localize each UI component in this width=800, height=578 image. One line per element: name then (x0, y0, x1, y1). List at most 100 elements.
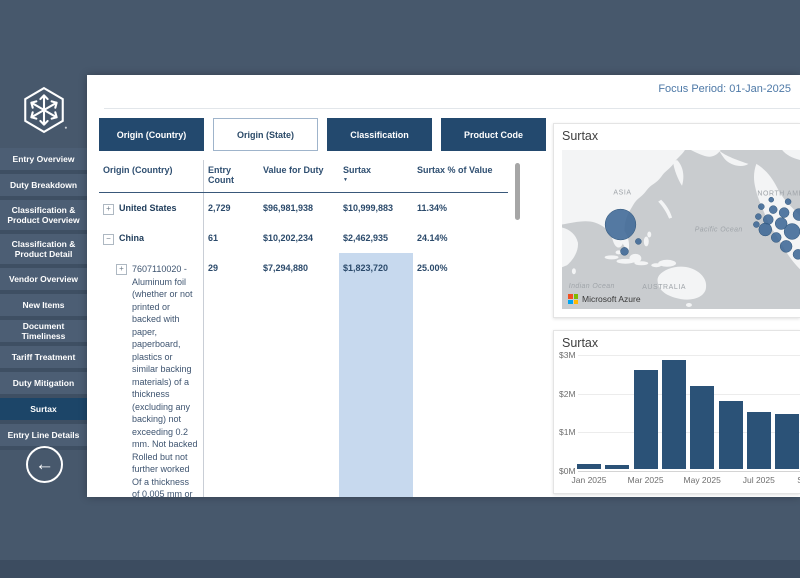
chart-card: Surtax $0M$1M$2M$3MJan 2025Mar 2025May 2… (553, 330, 800, 494)
gridline (578, 394, 800, 395)
map-bubble[interactable] (759, 223, 772, 236)
map-label-indian-ocean: Indian Ocean (569, 283, 615, 290)
y-axis-label: $1M (559, 427, 576, 437)
tab-origin-state[interactable]: Origin (State) (213, 118, 318, 151)
sidebar-item-duty-mitigation[interactable]: Duty Mitigation (0, 372, 87, 394)
main-canvas: Focus Period: 01-Jan-2025 Origin (Countr… (87, 75, 800, 497)
column-header-surtax[interactable]: Surtax ▼ (339, 160, 413, 192)
gridline (578, 471, 800, 472)
row-name: United States (119, 203, 177, 213)
surtax-pct-cell: 25.00% (413, 253, 508, 497)
x-axis-label: May 2025 (684, 475, 721, 485)
table-header-row: Origin (Country) Entry Count Value for Dut… (99, 160, 508, 193)
table-row[interactable]: +7607110020 - Aluminum foil (whether or … (99, 253, 508, 497)
focus-period-label: Focus Period: 01-Jan-2025 (658, 83, 791, 95)
expand-icon[interactable]: + (103, 204, 114, 215)
table-row[interactable]: −China61$10,202,234$2,462,93524.14% (99, 223, 508, 253)
expand-icon[interactable]: + (116, 264, 127, 275)
gridline (578, 355, 800, 356)
dashboard-root: Entry Overview Duty Breakdown Classificati… (0, 0, 800, 578)
tab-origin-country[interactable]: Origin (Country) (99, 118, 204, 151)
app-logo-icon (19, 84, 69, 136)
x-axis-label: Jan 2025 (572, 475, 607, 485)
entry-count-cell: 2,729 (203, 193, 259, 223)
map-bubble[interactable] (784, 224, 800, 240)
column-header-label: Surtax (343, 165, 409, 175)
header-divider (104, 108, 800, 109)
sidebar-item-duty-breakdown[interactable]: Duty Breakdown (0, 174, 87, 196)
map-bubble[interactable] (780, 240, 792, 252)
sort-descending-icon: ▼ (343, 178, 409, 183)
map-bubble[interactable] (753, 222, 759, 228)
column-header-label: Value for Duty (263, 165, 335, 175)
column-header-value-for-duty[interactable]: Value for Duty (259, 160, 339, 192)
bar-apr-2025[interactable] (662, 360, 686, 469)
surtax-cell: $2,462,935 (339, 223, 413, 253)
sidebar-item-surtax[interactable]: Surtax (0, 398, 87, 420)
bar-jul-2025[interactable] (747, 412, 771, 469)
bar-mar-2025[interactable] (634, 370, 658, 469)
back-arrow-icon: ← (35, 455, 54, 474)
entry-count-cell: 61 (203, 223, 259, 253)
map-bubble[interactable] (769, 206, 777, 214)
column-header-surtax-of-value[interactable]: Surtax % of Value (413, 160, 508, 192)
map-bubble[interactable] (621, 247, 629, 255)
surtax-pct-cell: 11.34% (413, 193, 508, 223)
sidebar: Entry Overview Duty Breakdown Classificati… (0, 0, 87, 560)
column-header-origin-country[interactable]: Origin (Country) (99, 160, 203, 192)
y-axis-label: $3M (559, 350, 576, 360)
microsoft-logo-icon (568, 294, 578, 304)
map-bubble[interactable] (771, 232, 781, 242)
sidebar-item-tariff-treatment[interactable]: Tariff Treatment (0, 346, 87, 368)
sidebar-item-entry-overview[interactable]: Entry Overview (0, 148, 87, 170)
column-header-label: Origin (Country) (103, 165, 199, 175)
row-name: China (119, 233, 144, 243)
bar-jan-2025[interactable] (577, 464, 601, 469)
sidebar-nav: Entry Overview Duty Breakdown Classificati… (0, 148, 87, 450)
bottom-band (0, 560, 800, 578)
sidebar-item-vendor-overview[interactable]: Vendor Overview (0, 268, 87, 290)
map-bubble[interactable] (769, 197, 774, 202)
map-bubble[interactable] (758, 204, 764, 210)
map-attribution-text: Microsoft Azure (582, 294, 641, 304)
value-for-duty-cell: $10,202,234 (259, 223, 339, 253)
back-button[interactable]: ← (26, 446, 63, 483)
sidebar-item-entry-line-details[interactable]: Entry Line Details (0, 424, 87, 446)
map-bubble[interactable] (605, 209, 636, 240)
bar-may-2025[interactable] (690, 386, 714, 469)
origin-cell: −China (99, 223, 203, 253)
surtax-pct-cell: 24.14% (413, 223, 508, 253)
map-svg: ASIAPacific OceanNORTH AMERICAIndian Oce… (562, 150, 800, 309)
collapse-icon[interactable]: − (103, 234, 114, 245)
table-row[interactable]: +United States2,729$96,981,938$10,999,88… (99, 193, 508, 223)
map-label-australia: AUSTRALIA (642, 284, 686, 291)
map-bubble[interactable] (779, 208, 789, 218)
sidebar-item-document-timeliness[interactable]: Document Timeliness (0, 320, 87, 342)
sidebar-item-classification-product-overview[interactable]: Classification & Product Overview (0, 200, 87, 230)
tab-classification[interactable]: Classification (327, 118, 432, 151)
column-header-entry-count[interactable]: Entry Count (203, 160, 259, 192)
tab-product-code[interactable]: Product Code (441, 118, 546, 151)
bar-aug-2025[interactable] (775, 414, 799, 469)
sidebar-item-new-items[interactable]: New Items (0, 294, 87, 316)
bar-jun-2025[interactable] (719, 401, 743, 469)
origin-cell: + United States (99, 193, 203, 223)
x-axis-label: Mar 2025 (628, 475, 664, 485)
origin-cell: +7607110020 - Aluminum foil (whether or … (99, 253, 203, 497)
map-label-north-america: NORTH AMERICA (757, 191, 800, 198)
surtax-table: Origin (Country) Entry Count Value for Dut… (99, 160, 508, 497)
bar-feb-2025[interactable] (605, 465, 629, 469)
surtax-bar-chart: $0M$1M$2M$3MJan 2025Mar 2025May 2025Jul … (554, 331, 800, 493)
map-bubble[interactable] (635, 238, 641, 244)
entry-count-cell: 29 (203, 253, 259, 497)
map-bubble[interactable] (755, 214, 761, 220)
map-label-pacific-ocean: Pacific Ocean (695, 226, 743, 233)
table-scrollbar[interactable] (515, 163, 520, 220)
row-name: 7607110020 - Aluminum foil (whether or n… (132, 263, 199, 497)
surtax-cell: $10,999,883 (339, 193, 413, 223)
map-bubble[interactable] (785, 199, 791, 205)
sidebar-item-classification-product-detail[interactable]: Classification & Product Detail (0, 234, 87, 264)
surtax-cell: $1,823,720 (339, 253, 413, 497)
x-axis-label: Jul 2025 (743, 475, 775, 485)
map-card-title: Surtax (554, 124, 800, 143)
